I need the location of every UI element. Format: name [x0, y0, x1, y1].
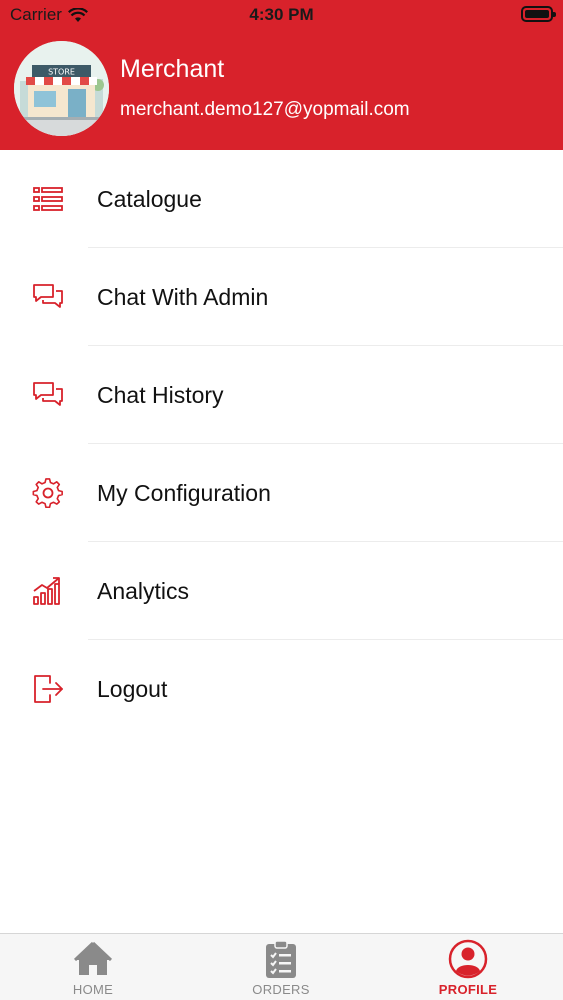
menu-item-catalogue[interactable]: Catalogue [0, 150, 563, 248]
menu-item-label: Catalogue [97, 186, 202, 212]
tab-label: ORDERS [252, 982, 310, 997]
profile-header: Carrier 4:30 PM STORE Merchant merchant.… [0, 0, 563, 150]
user-name: Merchant [120, 55, 225, 83]
tab-home[interactable]: HOME [28, 934, 158, 1000]
tab-label: HOME [72, 982, 114, 997]
menu-item-label: Logout [97, 676, 168, 702]
user-circle-icon [448, 939, 488, 979]
menu-item-my-configuration[interactable]: My Configuration [0, 444, 563, 542]
battery-icon [521, 6, 556, 22]
chat-icon [33, 284, 63, 308]
tab-bar: HOME ORDERS PROFILE [0, 933, 563, 1000]
gear-icon [32, 478, 63, 508]
menu-item-chat-with-admin[interactable]: Chat With Admin [0, 248, 563, 346]
tab-profile[interactable]: PROFILE [403, 934, 533, 1000]
analytics-icon [33, 577, 60, 605]
status-bar: Carrier 4:30 PM [0, 0, 563, 30]
menu-item-analytics[interactable]: Analytics [0, 542, 563, 640]
logout-icon [34, 675, 63, 703]
menu-item-logout[interactable]: Logout [0, 640, 563, 738]
clock: 4:30 PM [249, 5, 314, 24]
chat-icon [33, 382, 63, 406]
menu-item-label: Chat With Admin [97, 284, 269, 310]
list-icon [33, 187, 63, 211]
menu-item-label: My Configuration [97, 480, 271, 506]
avatar[interactable]: STORE [14, 41, 109, 136]
menu-item-chat-history[interactable]: Chat History [0, 346, 563, 444]
menu-item-label: Chat History [97, 382, 224, 408]
clipboard-icon [266, 940, 296, 978]
store-sign-text: STORE [48, 68, 75, 77]
tab-orders[interactable]: ORDERS [216, 934, 346, 1000]
tab-label: PROFILE [438, 982, 498, 997]
profile-menu: Catalogue Chat With Admin Chat History M… [0, 150, 563, 738]
store-icon: STORE [14, 41, 109, 136]
user-email: merchant.demo127@yopmail.com [120, 99, 410, 120]
menu-item-label: Analytics [97, 578, 190, 604]
home-icon [73, 941, 113, 975]
